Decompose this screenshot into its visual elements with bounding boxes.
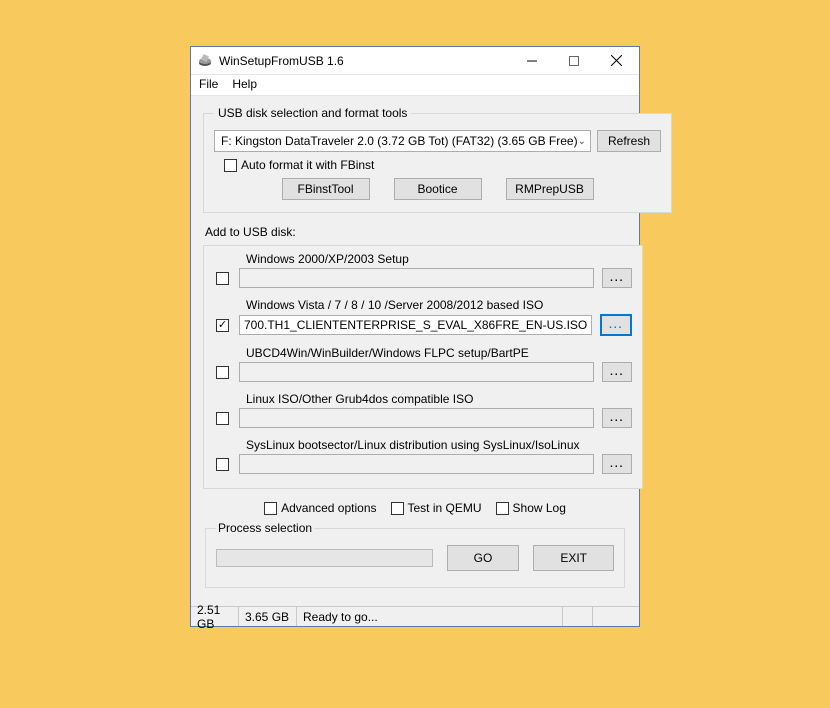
statusbar: 2.51 GB 3.65 GB Ready to go... [191, 606, 639, 626]
advanced-label: Advanced options [281, 501, 376, 515]
disk-group: USB disk selection and format tools F: K… [203, 106, 672, 213]
status-free: 3.65 GB [239, 607, 297, 626]
close-button[interactable] [595, 48, 637, 74]
item-syslinux-input[interactable] [239, 454, 594, 474]
item-vista-label: Windows Vista / 7 / 8 / 10 /Server 2008/… [246, 298, 632, 312]
item-ubcd-checkbox[interactable] [216, 366, 229, 379]
item-vista-checkbox[interactable]: ✓ [216, 319, 229, 332]
client-area: USB disk selection and format tools F: K… [191, 96, 639, 626]
advanced-row: Advanced options Test in QEMU Show Log [203, 501, 627, 515]
maximize-button[interactable] [553, 48, 595, 74]
disk-select-value: F: Kingston DataTraveler 2.0 (3.72 GB To… [221, 134, 578, 148]
item-ubcd: UBCD4Win/WinBuilder/Windows FLPC setup/B… [214, 346, 632, 382]
app-icon [197, 53, 213, 69]
item-vista-browse[interactable]: ... [600, 314, 632, 336]
item-ubcd-label: UBCD4Win/WinBuilder/Windows FLPC setup/B… [246, 346, 632, 360]
status-progress: 2.51 GB [191, 607, 239, 626]
item-linux-label: Linux ISO/Other Grub4dos compatible ISO [246, 392, 632, 406]
process-group: Process selection GO EXIT [205, 521, 625, 588]
disk-group-legend: USB disk selection and format tools [214, 106, 411, 120]
menubar: File Help [191, 75, 639, 96]
item-vista: Windows Vista / 7 / 8 / 10 /Server 2008/… [214, 298, 632, 336]
chevron-down-icon: ⌄ [578, 136, 586, 147]
item-win2000-checkbox[interactable] [216, 272, 229, 285]
autoformat-label: Auto format it with FBinst [241, 158, 374, 172]
add-group: Windows 2000/XP/2003 Setup ... Windows V… [203, 245, 643, 489]
go-button[interactable]: GO [447, 545, 520, 571]
item-win2000: Windows 2000/XP/2003 Setup ... [214, 252, 632, 288]
status-spacer-1 [563, 607, 593, 626]
rmprepusb-button[interactable]: RMPrepUSB [506, 178, 594, 200]
status-spacer-2 [593, 607, 639, 626]
item-win2000-label: Windows 2000/XP/2003 Setup [246, 252, 632, 266]
qemu-label: Test in QEMU [408, 501, 482, 515]
showlog-label: Show Log [513, 501, 566, 515]
item-syslinux-browse[interactable]: ... [602, 454, 632, 474]
item-syslinux: SysLinux bootsector/Linux distribution u… [214, 438, 632, 474]
process-legend: Process selection [216, 521, 314, 535]
fbinsttool-button[interactable]: FBinstTool [282, 178, 370, 200]
item-ubcd-browse[interactable]: ... [602, 362, 632, 382]
item-linux: Linux ISO/Other Grub4dos compatible ISO … [214, 392, 632, 428]
app-window: WinSetupFromUSB 1.6 File Help USB disk s… [190, 46, 640, 627]
qemu-checkbox[interactable] [391, 502, 404, 515]
exit-button[interactable]: EXIT [533, 545, 614, 571]
item-linux-checkbox[interactable] [216, 412, 229, 425]
item-syslinux-label: SysLinux bootsector/Linux distribution u… [246, 438, 632, 452]
status-message: Ready to go... [297, 607, 563, 626]
item-linux-input[interactable] [239, 408, 594, 428]
item-vista-input[interactable]: 700.TH1_CLIENTENTERPRISE_S_EVAL_X86FRE_E… [239, 315, 592, 335]
add-to-usb-label: Add to USB disk: [205, 225, 627, 239]
item-win2000-browse[interactable]: ... [602, 268, 632, 288]
menu-file[interactable]: File [199, 77, 218, 91]
bootice-button[interactable]: Bootice [394, 178, 482, 200]
minimize-button[interactable] [511, 48, 553, 74]
item-win2000-input[interactable] [239, 268, 594, 288]
item-linux-browse[interactable]: ... [602, 408, 632, 428]
menu-help[interactable]: Help [232, 77, 257, 91]
progress-bar [216, 549, 433, 567]
showlog-checkbox[interactable] [496, 502, 509, 515]
titlebar: WinSetupFromUSB 1.6 [191, 47, 639, 75]
item-syslinux-checkbox[interactable] [216, 458, 229, 471]
window-title: WinSetupFromUSB 1.6 [219, 54, 511, 68]
item-ubcd-input[interactable] [239, 362, 594, 382]
advanced-checkbox[interactable] [264, 502, 277, 515]
refresh-button[interactable]: Refresh [597, 130, 661, 152]
disk-select[interactable]: F: Kingston DataTraveler 2.0 (3.72 GB To… [214, 130, 591, 152]
autoformat-checkbox[interactable] [224, 159, 237, 172]
